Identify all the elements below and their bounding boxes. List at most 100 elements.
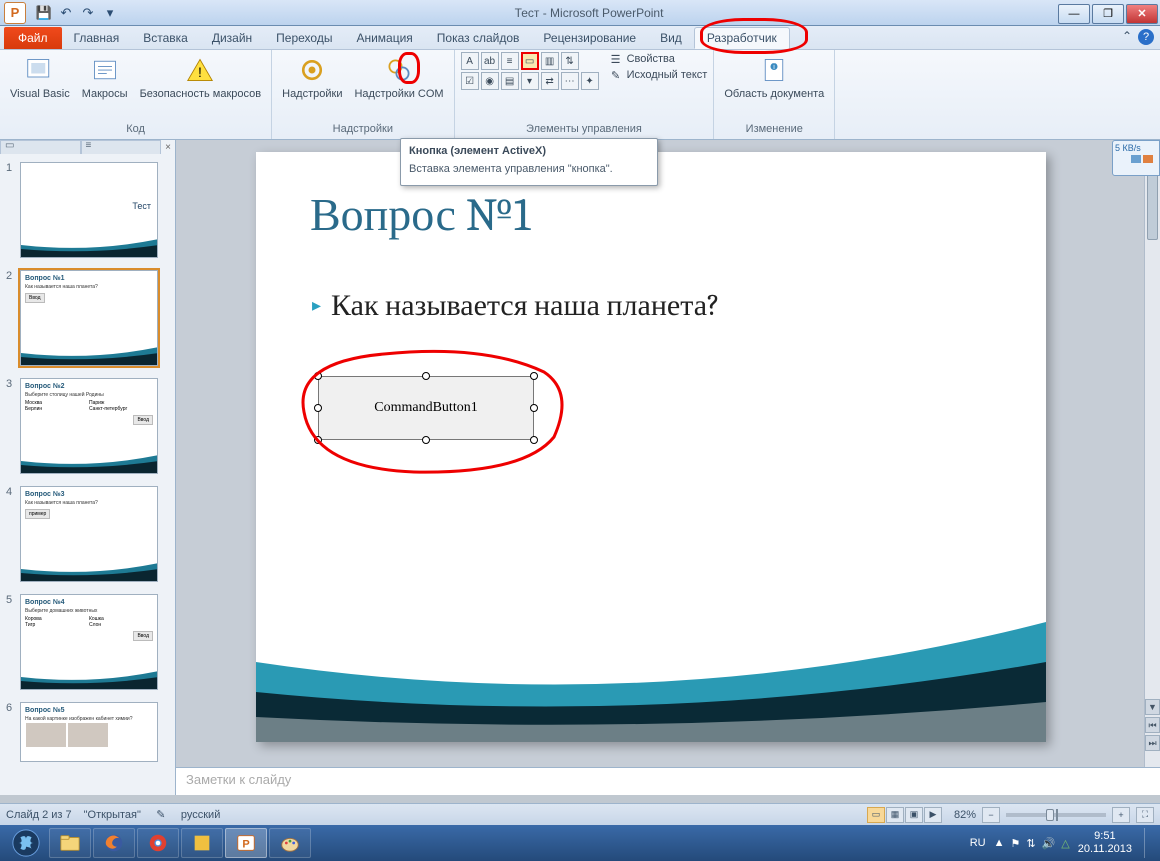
redo-icon[interactable]: ↷ [78,3,98,23]
zoom-in-button[interactable]: + [1112,807,1130,823]
zoom-out-button[interactable]: − [982,807,1000,823]
taskbar-explorer[interactable] [49,828,91,858]
ctrl-command-button[interactable]: ▭ [521,52,539,70]
slide-thumb-6[interactable]: Вопрос №5 На какой картинке изображен ка… [20,702,158,762]
undo-icon[interactable]: ↶ [56,3,76,23]
tab-transitions[interactable]: Переходы [264,27,344,49]
status-bar: Слайд 2 из 7 "Открытая" ✎ русский ▭ ▦ ▣ … [0,803,1160,825]
normal-view-button[interactable]: ▭ [867,807,885,823]
group-label-modify: Изменение [720,121,828,137]
notes-pane[interactable]: Заметки к слайду [176,767,1160,795]
ctrl-toggle[interactable]: ⇄ [541,72,559,90]
start-button[interactable] [4,827,48,859]
slides-panel-tab[interactable]: ▭ [0,140,81,154]
tray-drive-icon[interactable]: △ [1061,837,1069,850]
taskbar-firefox[interactable] [93,828,135,858]
tray-sound-icon[interactable]: 🔊 [1042,837,1056,850]
system-tray: RU ▲ ⚑ ⇅ 🔊 △ 9:51 20.11.2013 [970,828,1156,858]
panel-close-icon[interactable]: × [161,140,175,154]
ctrl-other[interactable]: ✦ [581,72,599,90]
document-panel-button[interactable]: i Область документа [720,52,828,102]
slide-thumb-1[interactable]: Тест [20,162,158,258]
maximize-button[interactable]: ❐ [1092,4,1124,24]
ctrl-label[interactable]: A [461,52,479,70]
taskbar-chrome[interactable] [137,828,179,858]
tab-review[interactable]: Рецензирование [531,27,648,49]
tray-lang[interactable]: RU [970,837,986,849]
file-tab[interactable]: Файл [4,27,62,49]
slide-thumb-4[interactable]: Вопрос №3 Как называется наша планета? п… [20,486,158,582]
vertical-scrollbar[interactable]: ▲ ▼ ⏮ ⏭ [1144,140,1160,767]
help-icon[interactable]: ? [1138,29,1154,45]
tray-clock[interactable]: 9:51 20.11.2013 [1078,830,1132,856]
next-slide-icon[interactable]: ⏭ [1145,735,1160,751]
show-desktop-button[interactable] [1144,828,1152,858]
tab-home[interactable]: Главная [62,27,132,49]
sorter-view-button[interactable]: ▦ [886,807,904,823]
status-slide: Слайд 2 из 7 [6,809,72,821]
command-button-selection[interactable]: CommandButton1 [318,376,534,440]
ctrl-more[interactable]: ⋯ [561,72,579,90]
status-lang[interactable]: русский [181,809,220,821]
addins-icon [296,54,328,86]
fit-window-button[interactable]: ⛶ [1136,807,1154,823]
svg-text:P: P [242,839,249,851]
thumbnail-list[interactable]: 1 Тест 2 Вопрос №1 Как называется наша п… [0,154,175,795]
zoom-level[interactable]: 82% [954,809,976,821]
taskbar-paint[interactable] [269,828,311,858]
group-label-addins: Надстройки [278,121,447,137]
slide-thumb-2[interactable]: Вопрос №1 Как называется наша планета? В… [20,270,158,366]
minimize-button[interactable]: — [1058,4,1090,24]
tab-view[interactable]: Вид [648,27,694,49]
tab-insert[interactable]: Вставка [131,27,200,49]
com-addins-button[interactable]: Надстройки COM [350,52,447,102]
tray-network-icon[interactable]: ⇅ [1026,837,1035,850]
taskbar-app1[interactable] [181,828,223,858]
outline-panel-tab[interactable]: ≡ [81,140,162,154]
ctrl-image[interactable]: ▥ [541,52,559,70]
tab-developer[interactable]: Разработчик [694,27,790,49]
ctrl-checkbox[interactable]: ☑ [461,72,479,90]
scroll-down-icon[interactable]: ▼ [1145,699,1160,715]
ctrl-spin[interactable]: ≡ [501,52,519,70]
visual-basic-button[interactable]: Visual Basic [6,52,74,102]
titlebar: P 💾 ↶ ↷ ▾ Тест - Microsoft PowerPoint — … [0,0,1160,26]
addins-button[interactable]: Надстройки [278,52,346,102]
ribbon-tabs: Файл Главная Вставка Дизайн Переходы Ани… [0,26,1160,50]
taskbar-powerpoint[interactable]: P [225,828,267,858]
workspace: ▭ ≡ × 1 Тест 2 Вопрос №1 Как называется … [0,140,1160,795]
prev-slide-icon[interactable]: ⏮ [1145,717,1160,733]
tab-slideshow[interactable]: Показ слайдов [425,27,532,49]
ribbon: Visual Basic Макросы ! Безопасность макр… [0,50,1160,140]
slide-thumb-5[interactable]: Вопрос №4 Выберите домашних животных Кор… [20,594,158,690]
ctrl-scrollbar[interactable]: ⇅ [561,52,579,70]
tab-design[interactable]: Дизайн [200,27,264,49]
save-icon[interactable]: 💾 [34,3,54,23]
ctrl-combobox[interactable]: ▾ [521,72,539,90]
slide-canvas[interactable]: Вопрос №1 ▸ Как называется наша планета?… [256,152,1046,742]
tooltip-body: Вставка элемента управления "кнопка". [401,159,657,179]
macro-security-button[interactable]: ! Безопасность макросов [136,52,266,102]
zoom-slider[interactable] [1006,813,1106,817]
qat-more-icon[interactable]: ▾ [100,3,120,23]
tray-up-icon[interactable]: ▲ [994,837,1005,849]
slideshow-view-button[interactable]: ▶ [924,807,942,823]
tray-flag-icon[interactable]: ⚑ [1010,837,1020,850]
tab-animation[interactable]: Анимация [344,27,424,49]
thumbnail-pane: ▭ ≡ × 1 Тест 2 Вопрос №1 Как называется … [0,140,176,795]
macros-button[interactable]: Макросы [78,52,132,102]
slide-title: Вопрос №1 [310,188,530,242]
spellcheck-icon[interactable]: ✎ [153,808,169,822]
activex-controls-grid: A ab ≡ ▭ ▥ ⇅ ☑ ◉ ▤ ▾ ⇄ ⋯ ✦ [461,52,599,90]
properties-button[interactable]: ☰Свойства [609,52,708,66]
ctrl-textbox[interactable]: ab [481,52,499,70]
command-button[interactable]: CommandButton1 [318,376,534,440]
ribbon-collapse-icon[interactable]: ⌃ [1122,29,1132,43]
close-button[interactable]: ✕ [1126,4,1158,24]
slide-thumb-3[interactable]: Вопрос №2 Выберите столицу нашей Родины … [20,378,158,474]
ctrl-option[interactable]: ◉ [481,72,499,90]
code-icon: ✎ [609,68,623,82]
reading-view-button[interactable]: ▣ [905,807,923,823]
ctrl-listbox[interactable]: ▤ [501,72,519,90]
view-code-button[interactable]: ✎Исходный текст [609,68,708,82]
